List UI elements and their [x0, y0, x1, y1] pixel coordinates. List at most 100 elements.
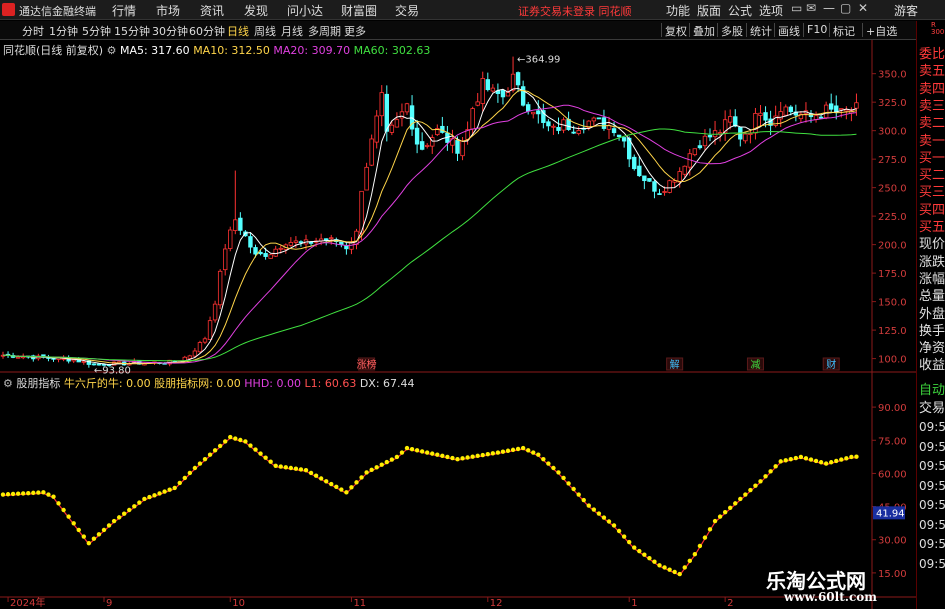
chart-area[interactable]: 同花顺(日线 前复权) ⚙ MA5: 317.60 MA10: 312.50 M…	[0, 40, 916, 609]
hhd-value: HHD: 0.00	[244, 377, 301, 390]
period-tab-4[interactable]: 30分钟	[152, 23, 188, 39]
candle-body	[526, 104, 531, 112]
candle-body	[490, 87, 496, 92]
login-notice[interactable]: 证券交易未登录 同花顺	[518, 3, 632, 19]
candle-body	[228, 229, 233, 249]
price-tick-label: 125.0	[878, 326, 907, 337]
osc-dot	[41, 490, 46, 495]
osc-dot	[576, 492, 581, 497]
candle-body	[667, 180, 672, 193]
period-tab-6[interactable]: 日线	[227, 23, 249, 39]
toolbar-divider	[829, 23, 830, 37]
quote-label-2: 卖四	[919, 81, 945, 97]
period-tab-5[interactable]: 60分钟	[189, 23, 225, 39]
osc-dot	[642, 552, 647, 557]
osc-dot	[460, 456, 465, 461]
osc-dot	[546, 461, 551, 466]
message-icon[interactable]: ✉	[806, 1, 816, 15]
osc-dot	[379, 462, 384, 467]
kline-chart[interactable]: 100.0125.0150.0175.0200.0225.0250.0275.0…	[0, 40, 916, 609]
osc-dot	[344, 490, 349, 495]
period-tab-1[interactable]: 1分钟	[49, 23, 78, 39]
osc-dot	[556, 470, 561, 475]
osc-dot	[374, 465, 379, 470]
menu-5[interactable]: 财富圈	[341, 2, 377, 19]
settings-icon[interactable]: ⚙	[3, 377, 13, 390]
osc-dot	[36, 490, 41, 495]
tool-button-3[interactable]: 统计	[750, 23, 772, 39]
period-tab-8[interactable]: 月线	[281, 23, 303, 39]
toolbar-divider	[803, 23, 804, 37]
menu-1[interactable]: 市场	[156, 2, 180, 19]
settings-icon[interactable]: ⚙	[107, 44, 117, 57]
period-tab-7[interactable]: 周线	[254, 23, 276, 39]
minimize-icon[interactable]: —	[823, 1, 835, 15]
candle-body	[632, 156, 637, 170]
candle-body	[621, 137, 627, 142]
tool-button-7[interactable]: +自选	[866, 23, 897, 39]
quote-label-16: 换手	[919, 323, 945, 339]
tool-button-5[interactable]: F10	[807, 23, 827, 36]
osc-dot	[692, 552, 698, 557]
osc-dot	[147, 494, 152, 500]
osc-dot	[399, 450, 405, 455]
osc-dot	[667, 567, 672, 572]
osc-dot	[197, 461, 203, 466]
candle-body	[263, 253, 268, 257]
tool-button-0[interactable]: 复权	[665, 23, 687, 39]
candle-body	[783, 106, 788, 116]
trade-time-3: 09:50	[919, 478, 945, 493]
event-marker-label: 减	[750, 359, 760, 371]
osc-dot	[702, 535, 708, 540]
func-menu-3[interactable]: 选项	[759, 2, 783, 19]
candle-body	[712, 130, 718, 138]
osc-dot	[495, 450, 501, 455]
candle-body	[369, 138, 374, 166]
func-menu-2[interactable]: 公式	[728, 2, 752, 19]
osc-dot	[61, 507, 66, 513]
restore-icon[interactable]: ▭	[791, 1, 802, 15]
candle-body	[485, 79, 490, 91]
candle-body	[657, 193, 662, 195]
candles	[0, 56, 859, 368]
menu-4[interactable]: 问小达	[287, 2, 323, 19]
close-icon[interactable]: ✕	[858, 1, 868, 15]
osc-dot	[369, 467, 374, 473]
candle-body	[81, 360, 86, 363]
osc-dot	[465, 455, 470, 460]
period-tab-0[interactable]: 分时	[22, 23, 44, 39]
menu-2[interactable]: 资讯	[200, 2, 224, 19]
maximize-icon[interactable]: ▢	[840, 1, 851, 15]
osc-dot	[324, 479, 329, 484]
osc-dots	[0, 434, 859, 577]
osc-dot	[137, 500, 142, 505]
period-tab-10[interactable]: 更多	[344, 23, 366, 39]
guest-label[interactable]: 游客	[894, 2, 918, 19]
candle-body	[743, 133, 748, 142]
candle-body	[556, 126, 561, 131]
period-tab-2[interactable]: 5分钟	[82, 23, 111, 39]
candle-body	[379, 92, 384, 117]
price-tick-label: 100.0	[878, 355, 907, 366]
tool-button-6[interactable]: 标记	[833, 23, 855, 39]
osc-dot	[531, 450, 536, 455]
menu-0[interactable]: 行情	[112, 2, 136, 19]
func-menu-1[interactable]: 版面	[697, 2, 721, 19]
osc-dot	[854, 454, 859, 459]
candle-body	[268, 254, 273, 259]
candle-body	[212, 303, 218, 321]
menu-3[interactable]: 发现	[244, 2, 268, 19]
tool-button-1[interactable]: 叠加	[693, 23, 715, 39]
period-tab-3[interactable]: 15分钟	[114, 23, 150, 39]
tool-button-4[interactable]: 画线	[778, 23, 800, 39]
candle-body	[596, 117, 602, 120]
quote-label-20: 交易	[919, 401, 945, 416]
candle-body	[374, 115, 379, 143]
menu-6[interactable]: 交易	[395, 2, 419, 19]
indicator-name: 股朋指标	[16, 377, 61, 390]
osc-dot	[283, 465, 288, 470]
period-tab-9[interactable]: 多周期	[308, 23, 341, 39]
func-menu-0[interactable]: 功能	[666, 2, 690, 19]
candle-body	[248, 236, 253, 248]
tool-button-2[interactable]: 多股	[721, 23, 743, 39]
